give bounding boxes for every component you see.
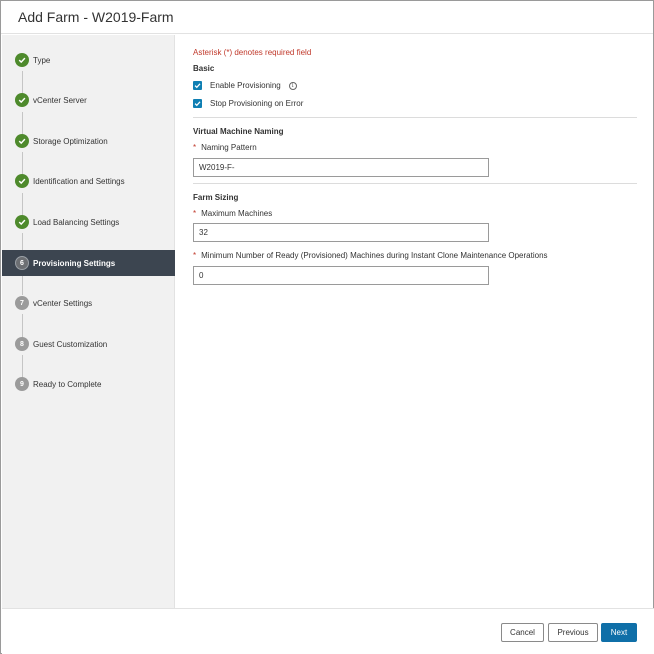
wizard-step-label: vCenter Settings [33, 298, 93, 308]
enable-provisioning-label: Enable Provisioning [210, 81, 281, 90]
wizard-step-label: Provisioning Settings [33, 258, 116, 268]
step-number-badge: 9 [15, 377, 29, 391]
enable-provisioning-row: Enable Provisioning i [193, 81, 297, 90]
maximum-machines-input[interactable] [193, 223, 489, 242]
section-title-basic: Basic [193, 64, 215, 73]
previous-button[interactable]: Previous [548, 623, 598, 642]
naming-pattern-input[interactable] [193, 158, 489, 177]
wizard-step-label: Guest Customization [33, 339, 108, 349]
add-farm-dialog: Add Farm - W2019-Farm Type vCenter Serve… [0, 0, 654, 654]
stop-on-error-checkbox[interactable] [193, 99, 202, 108]
wizard-step-guest-customization[interactable]: 8 Guest Customization [2, 331, 175, 357]
stop-on-error-row: Stop Provisioning on Error [193, 99, 303, 108]
section-divider [193, 117, 637, 118]
check-icon [15, 134, 29, 148]
check-icon [15, 215, 29, 229]
section-title-vm-naming: Virtual Machine Naming [193, 127, 284, 136]
step-number-badge: 8 [15, 337, 29, 351]
wizard-step-ready-to-complete[interactable]: 9 Ready to Complete [2, 371, 175, 397]
check-icon [15, 53, 29, 67]
provisioning-settings-form: Asterisk (*) denotes required field Basi… [177, 35, 653, 608]
minimum-ready-machines-input[interactable] [193, 266, 489, 285]
enable-provisioning-checkbox[interactable] [193, 81, 202, 90]
next-button[interactable]: Next [601, 623, 637, 642]
cancel-button[interactable]: Cancel [501, 623, 544, 642]
wizard-step-label: Type [33, 55, 51, 65]
step-number-badge: 7 [15, 296, 29, 310]
required-asterisk: * [193, 143, 197, 152]
wizard-step-load-balancing[interactable]: Load Balancing Settings [2, 209, 175, 235]
wizard-sidebar: Type vCenter Server Storage Optimization… [2, 35, 175, 608]
maximum-machines-label: * Maximum Machines [193, 209, 273, 218]
check-icon [15, 174, 29, 188]
section-title-farm-sizing: Farm Sizing [193, 193, 239, 202]
dialog-footer: Cancel Previous Next [2, 608, 654, 654]
required-field-note: Asterisk (*) denotes required field [193, 48, 312, 57]
wizard-step-label: Ready to Complete [33, 379, 102, 389]
wizard-step-vcenter-settings[interactable]: 7 vCenter Settings [2, 290, 175, 316]
step-number-badge: 6 [15, 256, 29, 270]
wizard-step-label: Identification and Settings [33, 176, 125, 186]
required-asterisk: * [193, 209, 197, 218]
step-connector [22, 233, 23, 250]
wizard-step-type[interactable]: Type [2, 47, 175, 73]
stop-on-error-label: Stop Provisioning on Error [210, 99, 304, 108]
info-icon[interactable]: i [288, 81, 297, 90]
section-divider [193, 183, 637, 184]
wizard-step-storage-optimization[interactable]: Storage Optimization [2, 128, 175, 154]
check-icon [15, 93, 29, 107]
dialog-title: Add Farm - W2019-Farm [1, 1, 653, 34]
naming-pattern-label: * Naming Pattern [193, 143, 257, 152]
wizard-step-label: vCenter Server [33, 95, 87, 105]
wizard-step-label: Storage Optimization [33, 136, 108, 146]
wizard-step-vcenter-server[interactable]: vCenter Server [2, 87, 175, 113]
required-asterisk: * [193, 251, 197, 260]
wizard-step-label: Load Balancing Settings [33, 217, 120, 227]
wizard-step-provisioning-settings[interactable]: 6 Provisioning Settings [2, 250, 175, 276]
minimum-ready-machines-label: * Minimum Number of Ready (Provisioned) M… [193, 251, 548, 260]
wizard-step-identification-settings[interactable]: Identification and Settings [2, 168, 175, 194]
